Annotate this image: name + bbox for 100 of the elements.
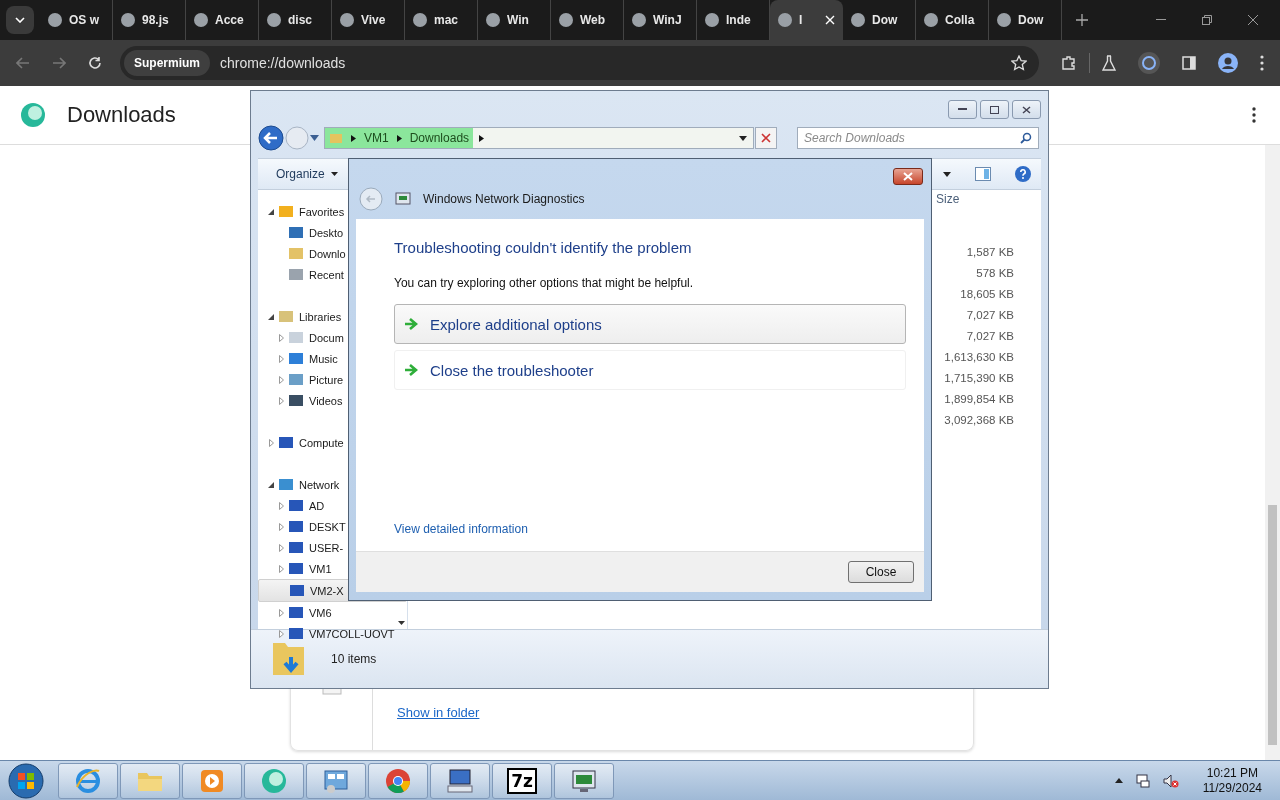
monitor-icon (288, 540, 304, 555)
organize-menu[interactable]: Organize (276, 167, 338, 181)
site-chip[interactable]: Supermium (124, 50, 210, 76)
collapsed-arrow-icon[interactable] (278, 564, 284, 573)
taskbar-button[interactable] (306, 762, 366, 799)
breadcrumb-item[interactable]: Downloads (409, 131, 470, 145)
expanded-arrow-icon[interactable] (268, 481, 274, 488)
flask-icon[interactable] (1102, 55, 1116, 71)
collapsed-arrow-icon[interactable] (278, 354, 284, 363)
chevron-right-icon[interactable] (396, 134, 402, 142)
collapsed-arrow-icon[interactable] (278, 396, 284, 405)
search-field[interactable]: Search Downloads (797, 127, 1039, 149)
document-icon (288, 330, 304, 345)
chevron-right-icon[interactable] (479, 134, 485, 142)
tree-item[interactable]: Favorites (258, 201, 407, 222)
stop-button[interactable] (755, 127, 777, 149)
favicon-icon (997, 13, 1011, 27)
collapsed-arrow-icon[interactable] (278, 543, 284, 552)
profile-ring-icon[interactable] (1138, 52, 1160, 74)
clock-time[interactable]: 10:21 PM (1206, 765, 1259, 781)
tree-item[interactable]: Network (258, 474, 407, 495)
close-button[interactable] (1012, 100, 1041, 119)
collapsed-arrow-icon[interactable] (278, 608, 284, 617)
command-link[interactable]: Explore additional options (394, 304, 906, 344)
chevron-right-icon[interactable] (351, 134, 356, 142)
side-panel-icon[interactable] (1182, 56, 1196, 70)
dialog-text: You can try exploring other options that might be helpful. (394, 276, 695, 290)
tree-item[interactable]: VM7COLL-UOVT (258, 623, 407, 644)
network-icon[interactable] (1134, 772, 1151, 789)
favicon-icon (194, 13, 208, 27)
close-button[interactable] (893, 168, 923, 185)
minimize-button[interactable] (948, 100, 977, 119)
taskbar-button[interactable] (430, 762, 490, 799)
tree-item[interactable]: AD (258, 495, 407, 516)
folder-icon (329, 131, 343, 145)
taskbar-button[interactable] (368, 762, 428, 799)
command-link[interactable]: Close the troubleshooter (394, 350, 906, 390)
bookmark-star-icon[interactable] (1011, 55, 1027, 71)
collapsed-arrow-icon[interactable] (278, 333, 284, 342)
scroll-down-icon[interactable] (398, 621, 405, 625)
collapsed-arrow-icon[interactable] (278, 522, 284, 531)
restore-icon[interactable] (1202, 15, 1212, 25)
page-title: Downloads (67, 102, 176, 128)
file-size: 7,027 KB (966, 329, 1014, 344)
collapsed-arrow-icon[interactable] (278, 629, 284, 638)
dropdown-icon[interactable] (739, 135, 747, 141)
preview-pane-icon[interactable] (975, 167, 991, 181)
tree-item[interactable]: VM6 (258, 602, 407, 623)
favicon-icon (121, 13, 135, 27)
forward-icon[interactable] (52, 57, 66, 69)
music-note-icon (288, 351, 304, 366)
volume-muted-icon[interactable] (1162, 772, 1179, 789)
app-logo-icon (260, 766, 288, 795)
picture-icon (288, 372, 304, 387)
monitor-icon (288, 561, 304, 576)
collapsed-arrow-icon[interactable] (278, 501, 284, 510)
tree-item[interactable]: VM1 (258, 558, 407, 579)
address-field[interactable]: VM1 Downloads (324, 127, 754, 149)
tab-list-button[interactable] (6, 6, 34, 34)
menu-icon[interactable] (1260, 55, 1264, 71)
arrow-icon (404, 318, 418, 330)
details-link[interactable]: View detailed information (394, 522, 528, 536)
dropdown-icon[interactable] (943, 171, 951, 177)
browser-tab[interactable]: I (770, 0, 843, 40)
taskbar-button[interactable]: 7z (492, 762, 552, 799)
tree-item[interactable]: Videos (258, 390, 407, 411)
more-icon[interactable] (1252, 107, 1256, 123)
column-header[interactable]: Size (936, 192, 960, 206)
clock-date[interactable]: 11/29/2024 (1202, 780, 1262, 796)
collapsed-arrow-icon[interactable] (268, 438, 274, 447)
avatar-icon[interactable] (1218, 53, 1238, 73)
tree-item[interactable]: USER- (258, 537, 407, 558)
help-icon[interactable] (1015, 166, 1031, 182)
search-icon[interactable] (1020, 132, 1032, 144)
start-icon[interactable] (8, 762, 44, 799)
collapsed-arrow-icon[interactable] (278, 375, 284, 384)
breadcrumb-item[interactable]: VM1 (364, 131, 389, 145)
close-icon (1022, 105, 1031, 114)
file-size: 1,587 KB (966, 245, 1014, 260)
tree-item[interactable]: Compute (258, 432, 407, 453)
extensions-icon[interactable] (1061, 55, 1077, 71)
minimize-icon[interactable] (1156, 19, 1166, 21)
show-in-folder-link[interactable]: Show in folder (397, 705, 480, 720)
library-icon (278, 309, 294, 324)
favicon-icon (340, 13, 354, 27)
close-icon[interactable] (1248, 15, 1258, 25)
monitor-icon (288, 519, 304, 534)
scrollbar[interactable] (1265, 145, 1280, 760)
taskbar-button[interactable] (554, 762, 614, 799)
back-icon[interactable] (258, 125, 284, 151)
file-size: 1,899,854 KB (944, 392, 1014, 407)
address-bar[interactable]: Supermium chrome://downloads (120, 46, 1039, 80)
expanded-arrow-icon[interactable] (268, 208, 274, 215)
new-tab-icon[interactable] (1076, 14, 1088, 26)
show-hidden-icon[interactable] (1114, 778, 1123, 783)
expanded-arrow-icon[interactable] (268, 313, 274, 320)
file-size: 1,715,390 KB (944, 371, 1014, 386)
maximize-button[interactable] (980, 100, 1009, 119)
reload-icon[interactable] (88, 56, 102, 70)
close-button[interactable]: Close (848, 561, 914, 583)
